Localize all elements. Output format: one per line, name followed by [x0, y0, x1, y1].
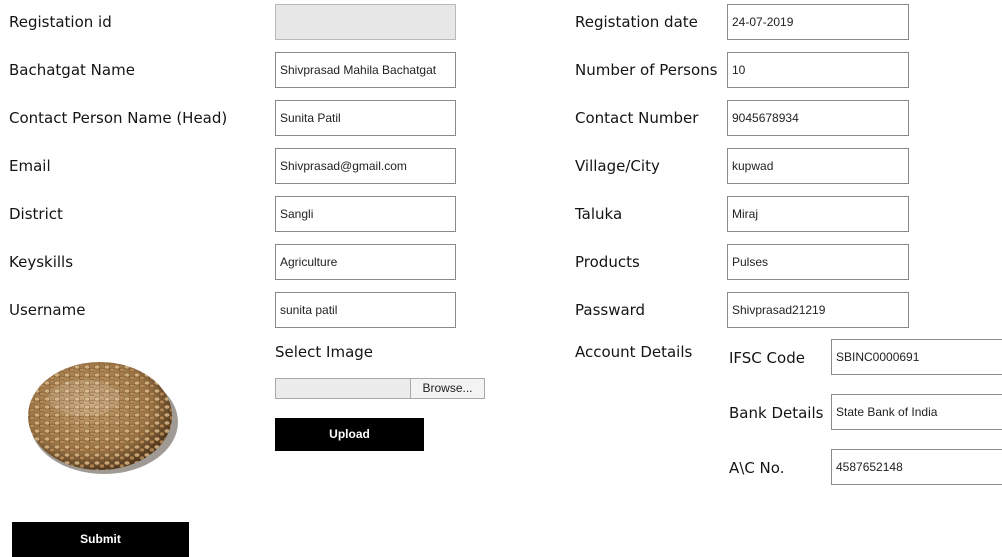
bank-details-field[interactable]: State Bank of India	[831, 394, 1002, 430]
contact-person-field[interactable]: Sunita Patil	[275, 100, 456, 136]
label-taluka: Taluka	[575, 205, 623, 223]
keyskills-field[interactable]: Agriculture	[275, 244, 456, 280]
pulses-bowl-image	[28, 362, 178, 474]
label-registration-id: Registation id	[9, 13, 112, 31]
label-bank-details: Bank Details	[729, 404, 824, 422]
submit-button[interactable]: Submit	[12, 522, 189, 557]
label-district: District	[9, 205, 63, 223]
label-ifsc-code: IFSC Code	[729, 349, 805, 367]
label-email: Email	[9, 157, 51, 175]
registration-id-field[interactable]	[275, 4, 456, 40]
label-keyskills: Keyskills	[9, 253, 74, 271]
browse-button[interactable]: Browse...	[410, 379, 484, 398]
email-field[interactable]: Shivprasad@gmail.com	[275, 148, 456, 184]
registration-date-field[interactable]: 24-07-2019	[727, 4, 909, 40]
label-products: Products	[575, 253, 640, 271]
upload-button[interactable]: Upload	[275, 418, 424, 451]
label-bachatgat-name: Bachatgat Name	[9, 61, 135, 79]
account-details-title: Account Details	[575, 343, 693, 361]
number-of-persons-field[interactable]: 10	[727, 52, 909, 88]
file-input[interactable]: Browse...	[275, 378, 485, 399]
label-password: Passward	[575, 301, 646, 319]
label-contact-person: Contact Person Name (Head)	[9, 109, 228, 127]
ifsc-code-field[interactable]: SBINC0000691	[831, 339, 1002, 375]
contact-number-field[interactable]: 9045678934	[727, 100, 909, 136]
products-field[interactable]: Pulses	[727, 244, 909, 280]
taluka-field[interactable]: Miraj	[727, 196, 909, 232]
label-number-of-persons: Number of Persons	[575, 61, 718, 79]
label-username: Username	[9, 301, 86, 319]
password-field[interactable]: Shivprasad21219	[727, 292, 909, 328]
label-registration-date: Registation date	[575, 13, 698, 31]
username-field[interactable]: sunita patil	[275, 292, 456, 328]
select-image-label: Select Image	[275, 343, 374, 361]
district-field[interactable]: Sangli	[275, 196, 456, 232]
village-city-field[interactable]: kupwad	[727, 148, 909, 184]
label-village-city: Village/City	[575, 157, 660, 175]
bachatgat-name-field[interactable]: Shivprasad Mahila Bachatgat	[275, 52, 456, 88]
label-ac-no: A\C No.	[729, 459, 785, 477]
label-contact-number: Contact Number	[575, 109, 699, 127]
ac-no-field[interactable]: 4587652148	[831, 449, 1002, 485]
